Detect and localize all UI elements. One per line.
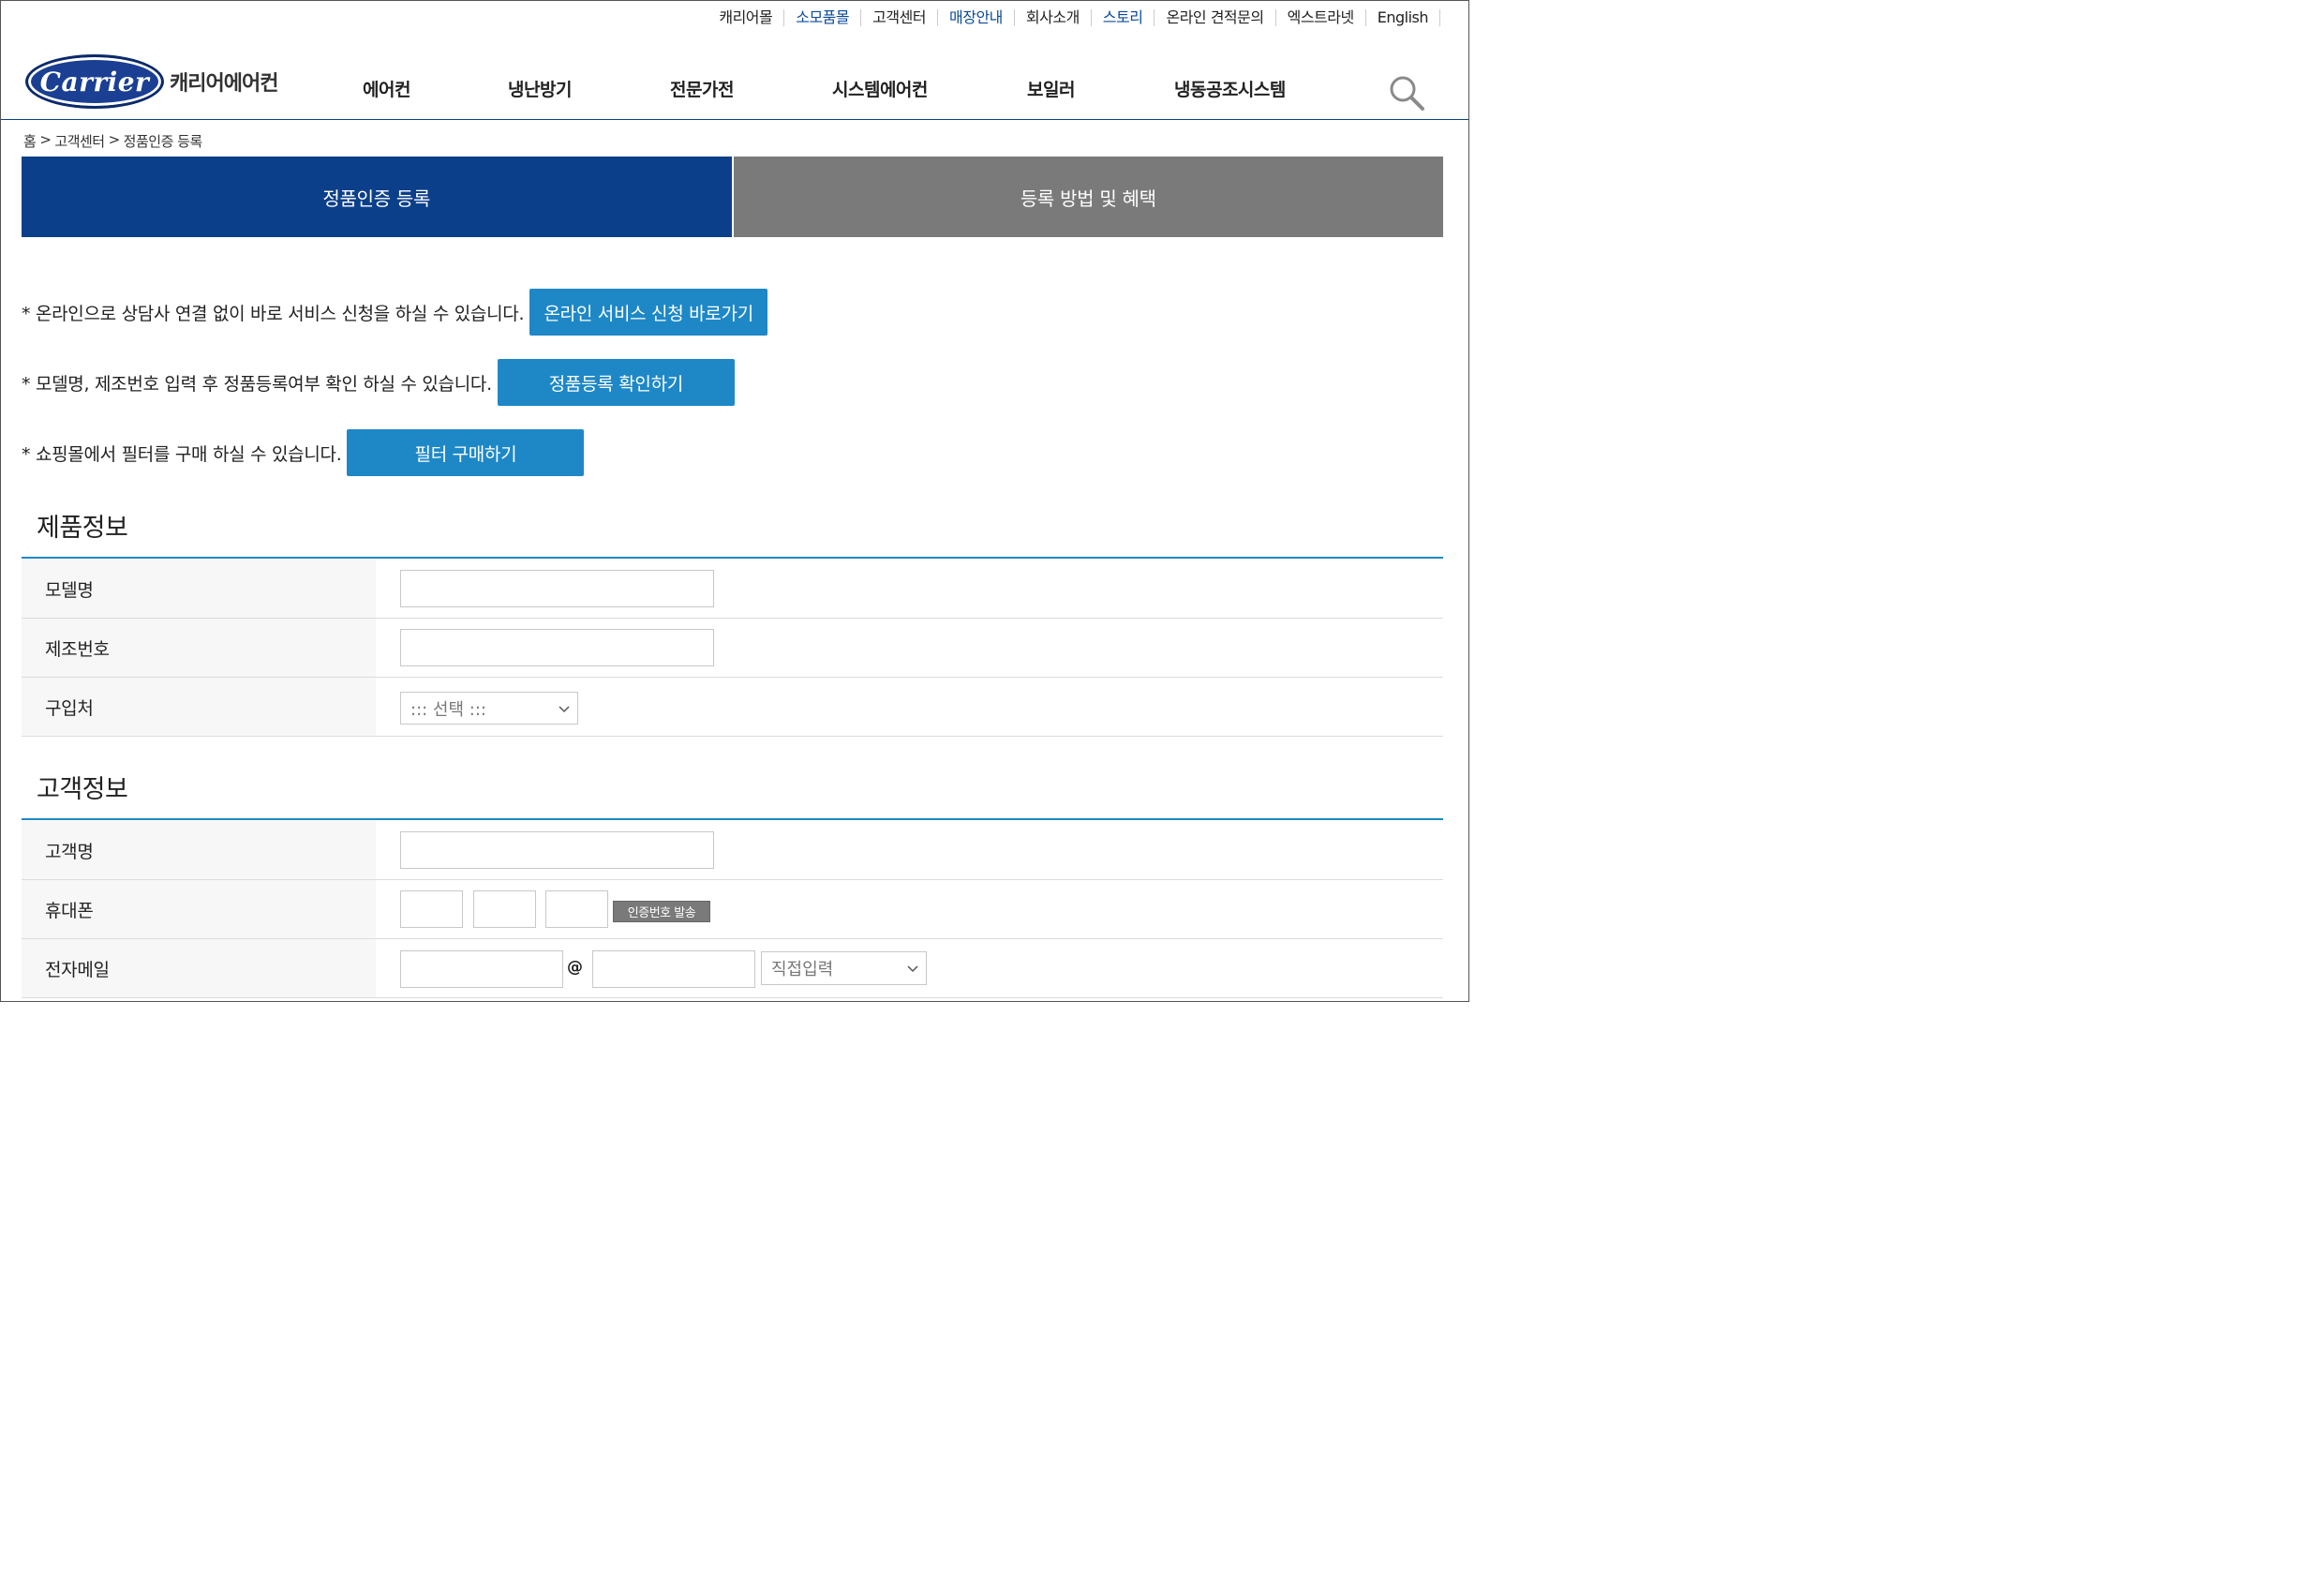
customer-name-input[interactable] bbox=[400, 831, 714, 869]
online-service-button[interactable]: 온라인 서비스 신청 바로가기 bbox=[529, 289, 768, 336]
serial-input[interactable] bbox=[400, 629, 714, 666]
serial-label: 제조번호 bbox=[22, 619, 376, 677]
product-section-title: 제품정보 bbox=[37, 514, 128, 543]
customer-name-label: 고객명 bbox=[22, 821, 376, 879]
tab-bar: 정품인증 등록 등록 방법 및 혜택 bbox=[22, 157, 1443, 237]
nav-item-appliances[interactable]: 전문가전 bbox=[670, 76, 734, 101]
row-purchase-place: 구입처 ::: 선택 ::: bbox=[22, 678, 1443, 737]
customer-section-title: 고객정보 bbox=[37, 775, 128, 804]
phone-last-input[interactable] bbox=[545, 890, 608, 928]
util-link-story[interactable]: 스토리 bbox=[1092, 9, 1155, 26]
purchase-place-selected: ::: 선택 ::: bbox=[410, 699, 486, 720]
nav-item-heating-cooling[interactable]: 냉난방기 bbox=[508, 76, 572, 101]
notice-text: * 쇼핑몰에서 필터를 구매 하실 수 있습니다. bbox=[22, 443, 342, 465]
logo-brand-text: Carrier bbox=[39, 66, 150, 97]
util-link-store-locator[interactable]: 매장안내 bbox=[938, 9, 1015, 26]
row-model: 모델명 bbox=[22, 560, 1443, 619]
notice-text: * 모델명, 제조번호 입력 후 정품등록여부 확인 하실 수 있습니다. bbox=[22, 373, 492, 395]
row-customer-name: 고객명 bbox=[22, 821, 1443, 880]
send-code-button[interactable]: 인증번호 발송 bbox=[613, 901, 710, 922]
phone-label: 휴대폰 bbox=[22, 880, 376, 938]
carrier-logo-oval: Carrier bbox=[25, 54, 164, 109]
email-at-sign: @ bbox=[567, 958, 583, 977]
util-link-customer-center[interactable]: 고객센터 bbox=[861, 9, 939, 26]
chevron-down-icon bbox=[559, 705, 570, 712]
util-link-online-quote[interactable]: 온라인 견적문의 bbox=[1155, 9, 1276, 26]
row-phone: 휴대폰 인증번호 발송 bbox=[22, 880, 1443, 939]
breadcrumb-separator: > bbox=[39, 131, 52, 148]
site-header: Carrier 캐리어에어컨 에어컨 냉난방기 전문가전 시스템에어컨 보일러 … bbox=[1, 35, 1468, 120]
section-divider bbox=[22, 557, 1443, 559]
carrier-logo[interactable]: Carrier 캐리어에어컨 bbox=[25, 54, 278, 109]
purchase-place-label: 구입처 bbox=[22, 678, 376, 736]
model-input[interactable] bbox=[400, 570, 714, 607]
util-link-company[interactable]: 회사소개 bbox=[1015, 9, 1092, 26]
email-label: 전자메일 bbox=[22, 939, 376, 997]
tab-guide-benefits[interactable]: 등록 방법 및 혜택 bbox=[731, 157, 1443, 237]
nav-item-refrigeration[interactable]: 냉동공조시스템 bbox=[1174, 76, 1286, 101]
phone-middle-input[interactable] bbox=[473, 890, 536, 928]
nav-item-aircon[interactable]: 에어컨 bbox=[363, 76, 410, 101]
section-divider bbox=[22, 818, 1443, 820]
util-link-carrier-mall[interactable]: 캐리어몰 bbox=[708, 9, 785, 26]
notice-online-service: * 온라인으로 상담사 연결 없이 바로 서비스 신청을 하실 수 있습니다. … bbox=[22, 289, 768, 336]
email-domain-selected: 직접입력 bbox=[771, 960, 834, 979]
nav-item-boiler[interactable]: 보일러 bbox=[1027, 76, 1075, 101]
email-domain-input[interactable] bbox=[592, 950, 755, 988]
email-domain-select[interactable]: 직접입력 bbox=[761, 951, 927, 985]
util-link-extranet[interactable]: 엑스트라넷 bbox=[1276, 9, 1366, 26]
search-icon[interactable] bbox=[1388, 74, 1425, 112]
notice-filter-purchase: * 쇼핑몰에서 필터를 구매 하실 수 있습니다. 필터 구매하기 bbox=[22, 429, 585, 476]
utility-links: 캐리어몰 소모품몰 고객센터 매장안내 회사소개 스토리 온라인 견적문의 엑스… bbox=[708, 1, 1440, 35]
breadcrumb: 홈 > 고객센터 > 정품인증 등록 bbox=[23, 131, 202, 151]
breadcrumb-current: 정품인증 등록 bbox=[123, 133, 203, 150]
util-link-english[interactable]: English bbox=[1366, 9, 1440, 26]
breadcrumb-home[interactable]: 홈 bbox=[23, 131, 37, 151]
breadcrumb-customer-center[interactable]: 고객센터 bbox=[54, 131, 105, 151]
row-email: 전자메일 @ 직접입력 bbox=[22, 939, 1443, 998]
check-registration-button[interactable]: 정품등록 확인하기 bbox=[497, 359, 735, 406]
logo-korean-text: 캐리어에어컨 bbox=[170, 72, 278, 96]
util-link-supplies-mall[interactable]: 소모품몰 bbox=[784, 9, 862, 26]
phone-prefix-input[interactable] bbox=[400, 890, 463, 928]
model-label: 모델명 bbox=[22, 560, 376, 618]
buy-filter-button[interactable]: 필터 구매하기 bbox=[347, 429, 585, 476]
notice-registration-check: * 모델명, 제조번호 입력 후 정품등록여부 확인 하실 수 있습니다. 정품… bbox=[22, 359, 735, 406]
email-id-input[interactable] bbox=[400, 950, 563, 988]
purchase-place-select[interactable]: ::: 선택 ::: bbox=[400, 692, 578, 725]
notice-text: * 온라인으로 상담사 연결 없이 바로 서비스 신청을 하실 수 있습니다. bbox=[22, 303, 525, 324]
tab-register[interactable]: 정품인증 등록 bbox=[22, 157, 732, 237]
breadcrumb-separator: > bbox=[108, 131, 121, 148]
nav-item-system-aircon[interactable]: 시스템에어컨 bbox=[832, 76, 928, 101]
chevron-down-icon bbox=[907, 965, 918, 973]
row-serial: 제조번호 bbox=[22, 619, 1443, 678]
